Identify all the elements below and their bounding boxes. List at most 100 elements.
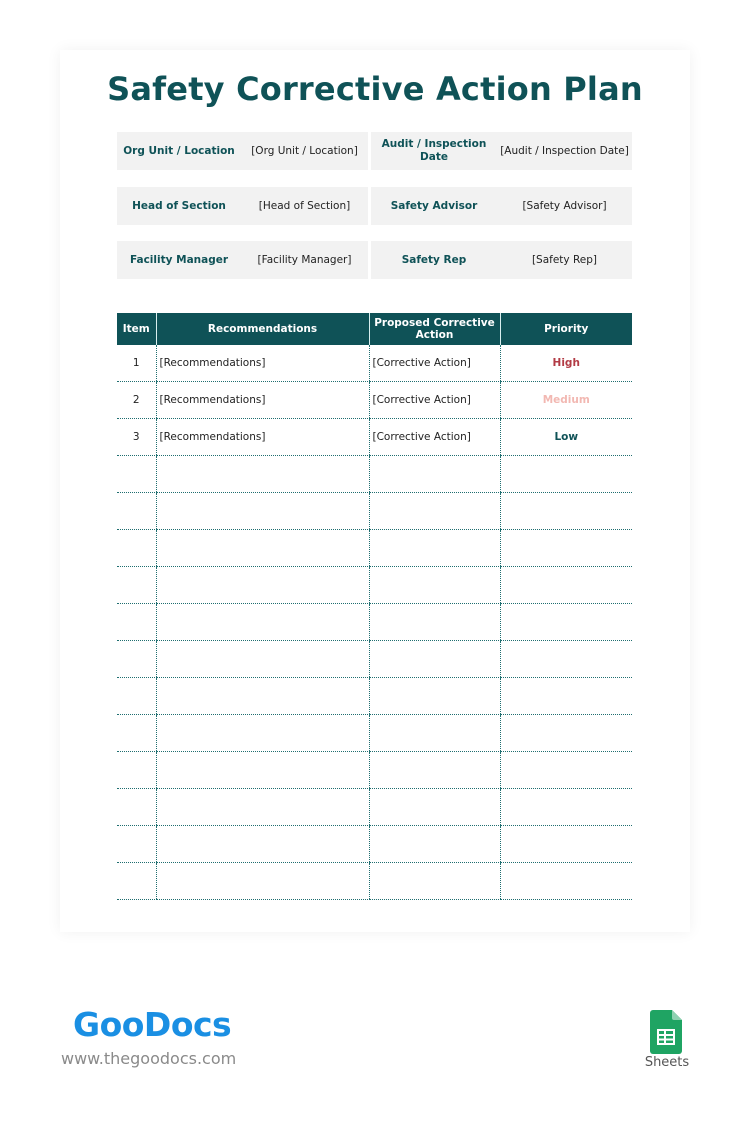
info-cell-safety-rep: Safety Rep [Safety Rep] (371, 241, 632, 279)
recommendation-cell[interactable] (155, 640, 369, 678)
recommendation-cell[interactable] (155, 529, 369, 567)
corrective-action-cell[interactable] (368, 492, 500, 530)
corrective-action-cell[interactable] (368, 862, 500, 900)
info-value[interactable]: [Audit / Inspection Date] (497, 132, 632, 170)
goodocs-logo: GooDocs (73, 1005, 232, 1044)
corrective-action-cell[interactable]: [Corrective Action] (368, 418, 500, 456)
corrective-action-cell[interactable] (368, 566, 500, 604)
info-value[interactable]: [Head of Section] (241, 187, 368, 225)
item-number-cell[interactable] (117, 492, 156, 530)
corrective-action-cell[interactable] (368, 751, 500, 789)
item-number-cell[interactable]: 3 (117, 418, 156, 456)
info-value[interactable]: [Safety Rep] (497, 241, 632, 279)
recommendation-cell[interactable] (155, 492, 369, 530)
info-value[interactable]: [Facility Manager] (241, 241, 368, 279)
priority-cell[interactable] (499, 788, 632, 826)
item-number-cell[interactable] (117, 529, 156, 567)
info-label: Head of Section (132, 199, 226, 212)
item-number-cell[interactable] (117, 677, 156, 715)
info-label: Org Unit / Location (123, 144, 235, 157)
empty-table-row (117, 677, 632, 715)
info-row: Facility Manager [Facility Manager] Safe… (117, 241, 632, 279)
corrective-action-cell[interactable] (368, 677, 500, 715)
corrective-action-cell[interactable] (368, 825, 500, 863)
item-number-cell[interactable] (117, 640, 156, 678)
column-header-corrective-action: Proposed Corrective Action (368, 313, 500, 345)
empty-table-row (117, 714, 632, 752)
info-label: Safety Advisor (390, 199, 478, 212)
recommendation-cell[interactable] (155, 825, 369, 863)
recommendation-cell[interactable] (155, 714, 369, 752)
recommendation-cell[interactable] (155, 862, 369, 900)
table-row: 2 [Recommendations] [Corrective Action] Med… (117, 381, 632, 419)
corrective-action-cell[interactable] (368, 788, 500, 826)
recommendation-cell[interactable] (155, 677, 369, 715)
empty-table-row (117, 862, 632, 900)
corrective-action-cell[interactable]: [Corrective Action] (368, 345, 500, 382)
priority-cell[interactable] (499, 862, 632, 900)
item-number-cell[interactable] (117, 714, 156, 752)
corrective-action-cell[interactable]: [Corrective Action] (368, 381, 500, 419)
info-row: Head of Section [Head of Section] Safety… (117, 187, 632, 225)
info-cell-audit-date: Audit / Inspection Date [Audit / Inspect… (371, 132, 632, 170)
info-value[interactable]: [Safety Advisor] (497, 187, 632, 225)
recommendation-cell[interactable]: [Recommendations] (155, 345, 369, 382)
priority-cell[interactable]: Medium (499, 381, 632, 419)
recommendation-cell[interactable] (155, 788, 369, 826)
corrective-action-cell[interactable] (368, 529, 500, 567)
priority-cell[interactable] (499, 714, 632, 752)
item-number-cell[interactable] (117, 788, 156, 826)
item-number-cell[interactable]: 1 (117, 345, 156, 382)
empty-table-row (117, 603, 632, 641)
column-header-priority: Priority (499, 313, 632, 345)
item-number-cell[interactable] (117, 862, 156, 900)
empty-table-row (117, 825, 632, 863)
recommendation-cell[interactable]: [Recommendations] (155, 381, 369, 419)
priority-cell[interactable] (499, 825, 632, 863)
priority-cell[interactable] (499, 566, 632, 604)
empty-table-row (117, 455, 632, 493)
recommendation-cell[interactable] (155, 751, 369, 789)
priority-cell[interactable] (499, 492, 632, 530)
info-cell-org-unit: Org Unit / Location [Org Unit / Location… (117, 132, 368, 170)
empty-table-row (117, 566, 632, 604)
website-url: www.thegoodocs.com (61, 1049, 237, 1068)
item-number-cell[interactable] (117, 603, 156, 641)
info-label: Facility Manager (129, 253, 229, 266)
recommendation-cell[interactable] (155, 566, 369, 604)
info-label: Safety Rep (401, 253, 467, 266)
priority-cell[interactable] (499, 751, 632, 789)
info-cell-facility-manager: Facility Manager [Facility Manager] (117, 241, 368, 279)
priority-cell[interactable]: High (499, 345, 632, 382)
info-cell-safety-advisor: Safety Advisor [Safety Advisor] (371, 187, 632, 225)
corrective-action-cell[interactable] (368, 714, 500, 752)
corrective-action-cell[interactable] (368, 640, 500, 678)
info-label: Audit / Inspection Date (381, 138, 487, 163)
info-row: Org Unit / Location [Org Unit / Location… (117, 132, 632, 170)
recommendation-cell[interactable] (155, 455, 369, 493)
item-number-cell[interactable] (117, 751, 156, 789)
sheets-label: Sheets (644, 1055, 690, 1070)
item-number-cell[interactable]: 2 (117, 381, 156, 419)
priority-cell[interactable] (499, 603, 632, 641)
recommendation-cell[interactable] (155, 603, 369, 641)
item-number-cell[interactable] (117, 566, 156, 604)
item-number-cell[interactable] (117, 455, 156, 493)
priority-cell[interactable] (499, 677, 632, 715)
table-row: 3 [Recommendations] [Corrective Action] Low (117, 418, 632, 456)
empty-table-row (117, 788, 632, 826)
recommendation-cell[interactable]: [Recommendations] (155, 418, 369, 456)
info-value[interactable]: [Org Unit / Location] (241, 132, 368, 170)
priority-cell[interactable]: Low (499, 418, 632, 456)
priority-cell[interactable] (499, 455, 632, 493)
item-number-cell[interactable] (117, 825, 156, 863)
table-header-row: Item Recommendations Proposed Corrective… (117, 313, 632, 345)
corrective-action-cell[interactable] (368, 455, 500, 493)
empty-table-row (117, 751, 632, 789)
info-cell-head-of-section: Head of Section [Head of Section] (117, 187, 368, 225)
corrective-action-table: Item Recommendations Proposed Corrective… (117, 313, 632, 900)
priority-cell[interactable] (499, 529, 632, 567)
priority-cell[interactable] (499, 640, 632, 678)
corrective-action-cell[interactable] (368, 603, 500, 641)
column-header-item: Item (117, 313, 156, 345)
